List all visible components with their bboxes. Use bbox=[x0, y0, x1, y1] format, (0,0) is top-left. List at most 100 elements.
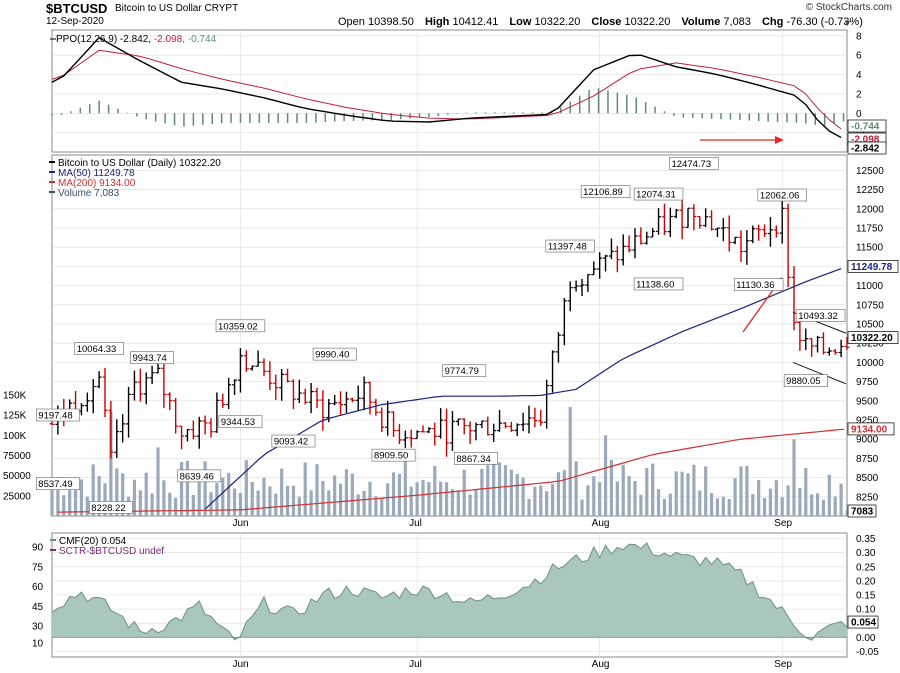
chart-canvas: 86420-2PPO(12,26,9) -2.842, -2.098, -0.7… bbox=[3, 29, 899, 670]
ppo-tick-label: 2 bbox=[856, 89, 862, 100]
price-annotation: 11397.48 bbox=[548, 242, 587, 253]
volume-bar bbox=[704, 466, 708, 516]
ppo-histogram-bar bbox=[531, 112, 534, 114]
volume-bar bbox=[639, 494, 643, 516]
ppo-histogram-bar bbox=[512, 112, 515, 114]
sctr-tick-label: 10 bbox=[32, 638, 44, 649]
ppo-histogram-bar bbox=[183, 113, 185, 127]
volume-bar bbox=[280, 468, 284, 516]
ppo-frame bbox=[51, 29, 848, 153]
ppo-histogram-bar bbox=[663, 111, 666, 114]
ppo-histogram-bar bbox=[767, 113, 769, 122]
volume-bar bbox=[545, 491, 549, 516]
volume-bar bbox=[786, 485, 790, 516]
price-tick-label: 8250 bbox=[856, 492, 879, 503]
volume-bar bbox=[792, 439, 796, 516]
ppo-histogram-bar bbox=[79, 107, 82, 114]
volume-tick-label: 50000 bbox=[3, 471, 31, 482]
volume-bar bbox=[462, 469, 466, 516]
volume-bar bbox=[409, 486, 413, 516]
volume-bar bbox=[662, 498, 667, 516]
price-tick-label: 11500 bbox=[856, 243, 884, 254]
ppo-histogram-bar bbox=[202, 113, 204, 125]
ppo-histogram-bar bbox=[616, 92, 619, 114]
volume-bar bbox=[238, 492, 243, 516]
ppo-histogram-bar bbox=[578, 95, 581, 114]
volume-tick-label: 125K bbox=[3, 411, 27, 422]
price-month-label: Jul bbox=[409, 518, 422, 529]
volume-bar bbox=[715, 498, 720, 516]
volume-bar bbox=[232, 488, 237, 516]
ppo-panel: 86420-2PPO(12,26,9) -2.842, -2.098, -0.7… bbox=[50, 29, 887, 155]
price-month-label: Sep bbox=[774, 518, 792, 529]
ppo-histogram-bar bbox=[428, 113, 430, 118]
volume-bar bbox=[256, 490, 260, 516]
volume-bar bbox=[191, 494, 195, 516]
volume-bar bbox=[668, 493, 672, 516]
ppo-histogram-bar bbox=[673, 113, 675, 116]
volume-tick-label: 150K bbox=[3, 391, 27, 402]
ppo-histogram-bar bbox=[607, 90, 609, 114]
price-tick-label: 9000 bbox=[856, 435, 879, 446]
volume-bar bbox=[144, 472, 148, 516]
volume-bar bbox=[397, 473, 402, 516]
volume-bar bbox=[156, 447, 160, 516]
volume-bar bbox=[592, 476, 596, 516]
sctr-tick-label: 45 bbox=[32, 602, 44, 613]
volume-bar bbox=[774, 480, 778, 516]
ppo-histogram-bar bbox=[805, 113, 807, 124]
ppo-histogram-bar bbox=[729, 113, 732, 120]
price-annotation: 8228.22 bbox=[91, 503, 125, 514]
volume-bar bbox=[403, 461, 407, 516]
volume-bar bbox=[138, 490, 142, 516]
ppo-histogram-bar bbox=[126, 112, 129, 114]
volume-bar bbox=[309, 490, 313, 516]
price-tick-label: 8750 bbox=[856, 454, 879, 465]
ppo-histogram-bar bbox=[456, 113, 458, 114]
ppo-histogram-bar bbox=[230, 113, 232, 123]
price-annotation: 9197.48 bbox=[38, 411, 72, 422]
volume-bar bbox=[439, 481, 443, 516]
price-tick-label: 9500 bbox=[856, 396, 879, 407]
volume-bar bbox=[297, 496, 301, 516]
ppo-histogram-bar bbox=[164, 113, 166, 124]
price-annotation: 9774.79 bbox=[445, 366, 479, 377]
ppo-histogram-bar bbox=[154, 113, 157, 122]
volume-bar bbox=[692, 464, 696, 516]
volume-bar bbox=[550, 483, 555, 516]
volume-bar bbox=[615, 481, 619, 516]
ppo-histogram-bar bbox=[786, 113, 788, 123]
volume-bar bbox=[603, 435, 608, 516]
volume-bar bbox=[344, 469, 349, 516]
cmf-tick-label: 0.30 bbox=[856, 548, 876, 559]
volume-bar bbox=[745, 465, 749, 516]
ppo-histogram-bar bbox=[51, 113, 53, 117]
ppo-histogram-bar bbox=[710, 113, 713, 119]
volume-tick-label: 25000 bbox=[3, 491, 31, 502]
volume-bar bbox=[185, 460, 190, 516]
ppo-histogram-bar bbox=[654, 106, 656, 114]
ppo-histogram-bar bbox=[814, 113, 816, 125]
price-tick-label: 10500 bbox=[856, 319, 884, 330]
ppo-tick-label: 6 bbox=[856, 51, 862, 62]
volume-bar bbox=[333, 475, 337, 516]
ppo-histogram-bar bbox=[692, 113, 694, 118]
ppo-histogram-bar bbox=[465, 112, 468, 114]
volume-bar bbox=[780, 497, 784, 516]
ppo-histogram-bar bbox=[239, 113, 242, 123]
sctr-tick-label: 60 bbox=[32, 582, 44, 593]
ppo-histogram-bar bbox=[541, 112, 543, 114]
cmf-panel: 0.350.300.250.200.150.100.050.00-0.05907… bbox=[32, 532, 879, 670]
price-tick-label: 9750 bbox=[856, 377, 879, 388]
price-annotation: 10493.32 bbox=[798, 311, 838, 322]
ppo-tick-label: 4 bbox=[856, 70, 862, 81]
volume-bar bbox=[680, 471, 684, 516]
ppo-tick-label: 8 bbox=[856, 31, 862, 42]
ppo-histogram-bar bbox=[333, 113, 336, 122]
ppo-histogram-bar bbox=[286, 113, 289, 123]
volume-bar bbox=[85, 496, 89, 516]
volume-bar bbox=[486, 465, 490, 516]
sctr-tick-label: 75 bbox=[32, 562, 44, 573]
price-annotation: 9093.42 bbox=[274, 437, 308, 448]
volume-bar bbox=[132, 479, 137, 516]
